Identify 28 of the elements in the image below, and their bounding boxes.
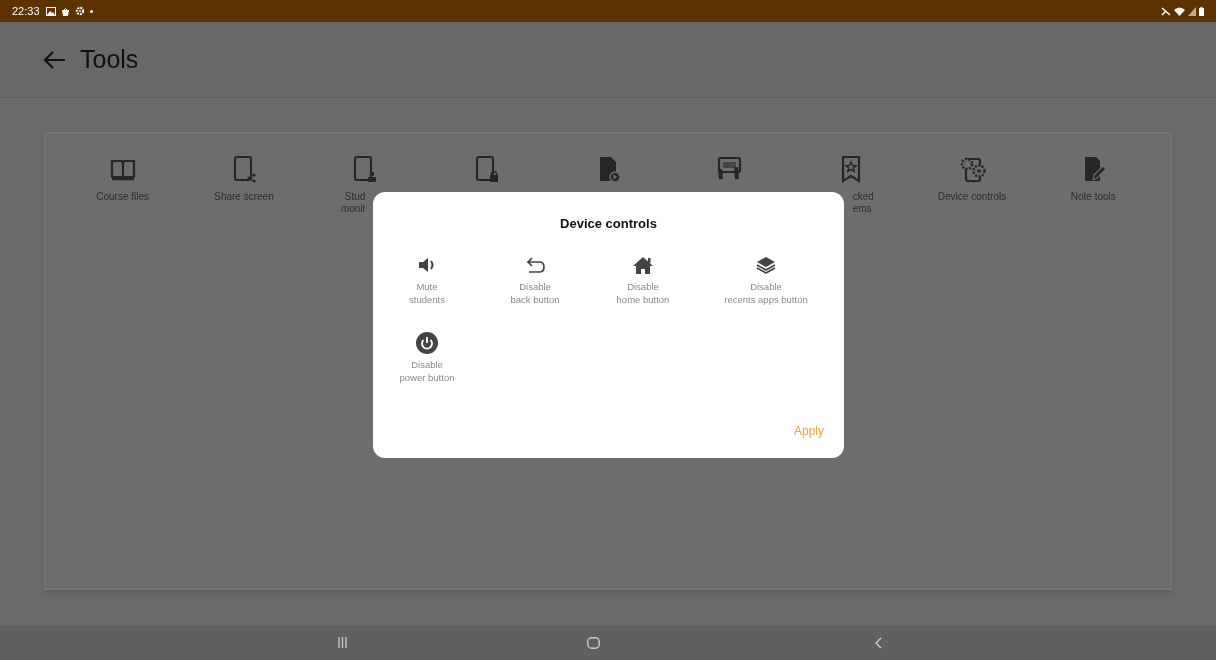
recent-apps-icon[interactable] bbox=[338, 637, 347, 648]
gears-icon[interactable] bbox=[958, 155, 986, 183]
battery-icon bbox=[1199, 6, 1204, 16]
tool-label: Course files bbox=[96, 191, 150, 203]
page-title: Tools bbox=[80, 43, 139, 75]
device-control-option[interactable]: Disable power button bbox=[399, 331, 455, 384]
home-icon[interactable] bbox=[587, 636, 600, 649]
mute-icon bbox=[1161, 6, 1171, 16]
clock-time: 22:33 bbox=[12, 3, 40, 19]
power-icon bbox=[416, 331, 438, 354]
device-control-option[interactable]: Disable back button bbox=[510, 253, 560, 306]
device-control-option[interactable]: Mute students bbox=[409, 253, 445, 306]
bag-icon bbox=[60, 6, 70, 16]
tool-label: Note tools bbox=[1070, 191, 1116, 203]
back-arrow-icon[interactable] bbox=[42, 49, 66, 70]
device-control-option[interactable]: Disable recents apps button bbox=[724, 253, 808, 306]
device-control-option[interactable]: Disable home button bbox=[616, 253, 670, 306]
signal-icon bbox=[1188, 6, 1196, 16]
apply-button[interactable]: Apply bbox=[793, 422, 824, 440]
tool-label: Share screen bbox=[214, 191, 274, 203]
dot-icon bbox=[89, 9, 93, 13]
back-icon[interactable] bbox=[875, 636, 882, 649]
image-icon bbox=[45, 6, 56, 16]
tool-label: cked ems bbox=[852, 191, 875, 215]
tool-label: Stud monit bbox=[339, 191, 366, 215]
dialog-title: Device controls bbox=[560, 215, 657, 233]
tool-label: Device controls bbox=[937, 191, 1007, 203]
wifi-icon bbox=[1174, 6, 1185, 16]
